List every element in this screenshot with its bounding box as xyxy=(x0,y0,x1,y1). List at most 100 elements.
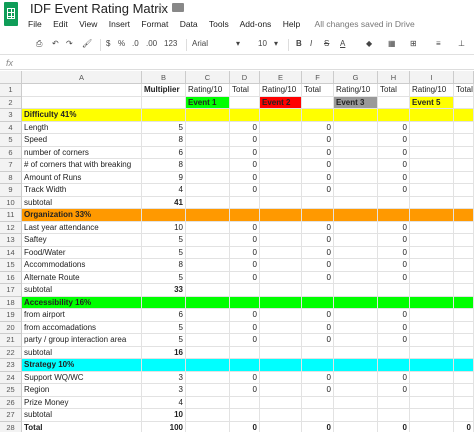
table-cell[interactable]: 0 xyxy=(302,371,334,384)
table-cell[interactable] xyxy=(302,209,334,222)
increase-decimals-button[interactable]: .00 xyxy=(146,39,157,48)
table-cell[interactable] xyxy=(186,109,230,122)
table-cell[interactable] xyxy=(260,296,302,309)
table-cell[interactable] xyxy=(260,334,302,347)
row-header[interactable]: 13 xyxy=(0,234,22,247)
row-label-cell[interactable]: subtotal xyxy=(22,346,142,359)
table-cell[interactable] xyxy=(454,334,474,347)
table-cell[interactable] xyxy=(454,371,474,384)
table-cell[interactable] xyxy=(186,134,230,147)
row-label-cell[interactable]: from accomadations xyxy=(22,321,142,334)
row-header[interactable]: 27 xyxy=(0,409,22,422)
row-header[interactable]: 11 xyxy=(0,209,22,222)
row-header[interactable]: 26 xyxy=(0,396,22,409)
table-cell[interactable] xyxy=(334,296,378,309)
table-cell[interactable]: 0 xyxy=(302,184,334,197)
event-header-cell[interactable]: Event 5 xyxy=(410,96,454,109)
table-cell[interactable] xyxy=(186,259,230,272)
table-cell[interactable]: 0 xyxy=(302,384,334,397)
table-cell[interactable]: 0 xyxy=(302,309,334,322)
chevron-down-icon[interactable]: ▾ xyxy=(274,39,278,48)
row-header[interactable]: 18 xyxy=(0,296,22,309)
table-cell[interactable]: 0 xyxy=(230,146,260,159)
table-cell[interactable] xyxy=(260,146,302,159)
table-cell[interactable]: 0 xyxy=(230,334,260,347)
table-cell[interactable] xyxy=(260,196,302,209)
row-label-cell[interactable]: Alternate Route xyxy=(22,271,142,284)
row-header[interactable]: 17 xyxy=(0,284,22,297)
table-cell[interactable] xyxy=(334,409,378,422)
table-cell[interactable]: 0 xyxy=(230,246,260,259)
row-label-cell[interactable]: Total xyxy=(22,421,142,432)
table-cell[interactable] xyxy=(334,334,378,347)
table-cell[interactable] xyxy=(260,384,302,397)
table-cell[interactable]: 0 xyxy=(378,259,410,272)
table-cell[interactable] xyxy=(186,309,230,322)
row-header[interactable]: 12 xyxy=(0,221,22,234)
table-cell[interactable]: 41 xyxy=(142,196,186,209)
table-cell[interactable] xyxy=(454,396,474,409)
table-cell[interactable] xyxy=(334,146,378,159)
table-cell[interactable] xyxy=(378,209,410,222)
table-cell[interactable] xyxy=(186,396,230,409)
table-cell[interactable]: 0 xyxy=(378,121,410,134)
row-header[interactable]: 16 xyxy=(0,271,22,284)
table-cell[interactable] xyxy=(302,359,334,372)
table-cell[interactable] xyxy=(230,359,260,372)
table-cell[interactable] xyxy=(260,371,302,384)
table-cell[interactable] xyxy=(230,296,260,309)
row-label-cell[interactable]: Speed xyxy=(22,134,142,147)
table-cell[interactable]: 0 xyxy=(378,271,410,284)
table-cell[interactable] xyxy=(454,259,474,272)
table-cell[interactable]: 8 xyxy=(142,259,186,272)
row-label-cell[interactable]: Difficulty 41% xyxy=(22,109,142,122)
column-header-h[interactable]: H xyxy=(378,71,410,84)
table-cell[interactable] xyxy=(302,396,334,409)
row-header[interactable]: 21 xyxy=(0,334,22,347)
table-cell[interactable] xyxy=(410,334,454,347)
menu-edit[interactable]: Edit xyxy=(53,19,68,29)
table-cell[interactable] xyxy=(410,309,454,322)
table-cell[interactable] xyxy=(334,321,378,334)
row-header[interactable]: 19 xyxy=(0,309,22,322)
table-cell[interactable]: 0 xyxy=(230,384,260,397)
table-cell[interactable] xyxy=(186,209,230,222)
table-cell[interactable] xyxy=(410,171,454,184)
row-label-cell[interactable]: Strategy 10% xyxy=(22,359,142,372)
row-label-cell[interactable]: subtotal xyxy=(22,196,142,209)
table-cell[interactable] xyxy=(230,284,260,297)
row-label-cell[interactable]: Accommodations xyxy=(22,259,142,272)
row-label-cell[interactable]: subtotal xyxy=(22,409,142,422)
table-cell[interactable] xyxy=(230,409,260,422)
table-cell[interactable] xyxy=(302,109,334,122)
table-cell[interactable] xyxy=(186,246,230,259)
table-cell[interactable] xyxy=(410,184,454,197)
row-header[interactable]: 28 xyxy=(0,421,22,432)
table-cell[interactable] xyxy=(410,284,454,297)
menu-format[interactable]: Format xyxy=(141,19,168,29)
column-header-d[interactable]: D xyxy=(230,71,260,84)
event-header-cell[interactable]: Event 1 xyxy=(186,96,230,109)
table-cell[interactable] xyxy=(334,259,378,272)
table-cell[interactable]: 0 xyxy=(230,259,260,272)
table-cell[interactable] xyxy=(260,396,302,409)
table-cell[interactable]: 5 xyxy=(142,121,186,134)
table-cell[interactable]: Total xyxy=(378,84,410,97)
table-cell[interactable]: 3 xyxy=(142,371,186,384)
table-cell[interactable]: Rating/10 xyxy=(410,84,454,97)
table-cell[interactable]: 0 xyxy=(378,421,410,432)
table-cell[interactable] xyxy=(230,209,260,222)
table-cell[interactable] xyxy=(454,109,474,122)
table-cell[interactable]: 100 xyxy=(142,421,186,432)
table-cell[interactable] xyxy=(454,321,474,334)
table-cell[interactable] xyxy=(410,159,454,172)
table-cell[interactable] xyxy=(302,346,334,359)
table-cell[interactable] xyxy=(410,246,454,259)
table-cell[interactable]: 0 xyxy=(230,221,260,234)
table-cell[interactable] xyxy=(410,109,454,122)
row-label-cell[interactable]: Support WQ/WC xyxy=(22,371,142,384)
table-cell[interactable] xyxy=(260,421,302,432)
table-cell[interactable] xyxy=(454,221,474,234)
table-cell[interactable]: 0 xyxy=(230,184,260,197)
percent-button[interactable]: % xyxy=(118,39,125,48)
